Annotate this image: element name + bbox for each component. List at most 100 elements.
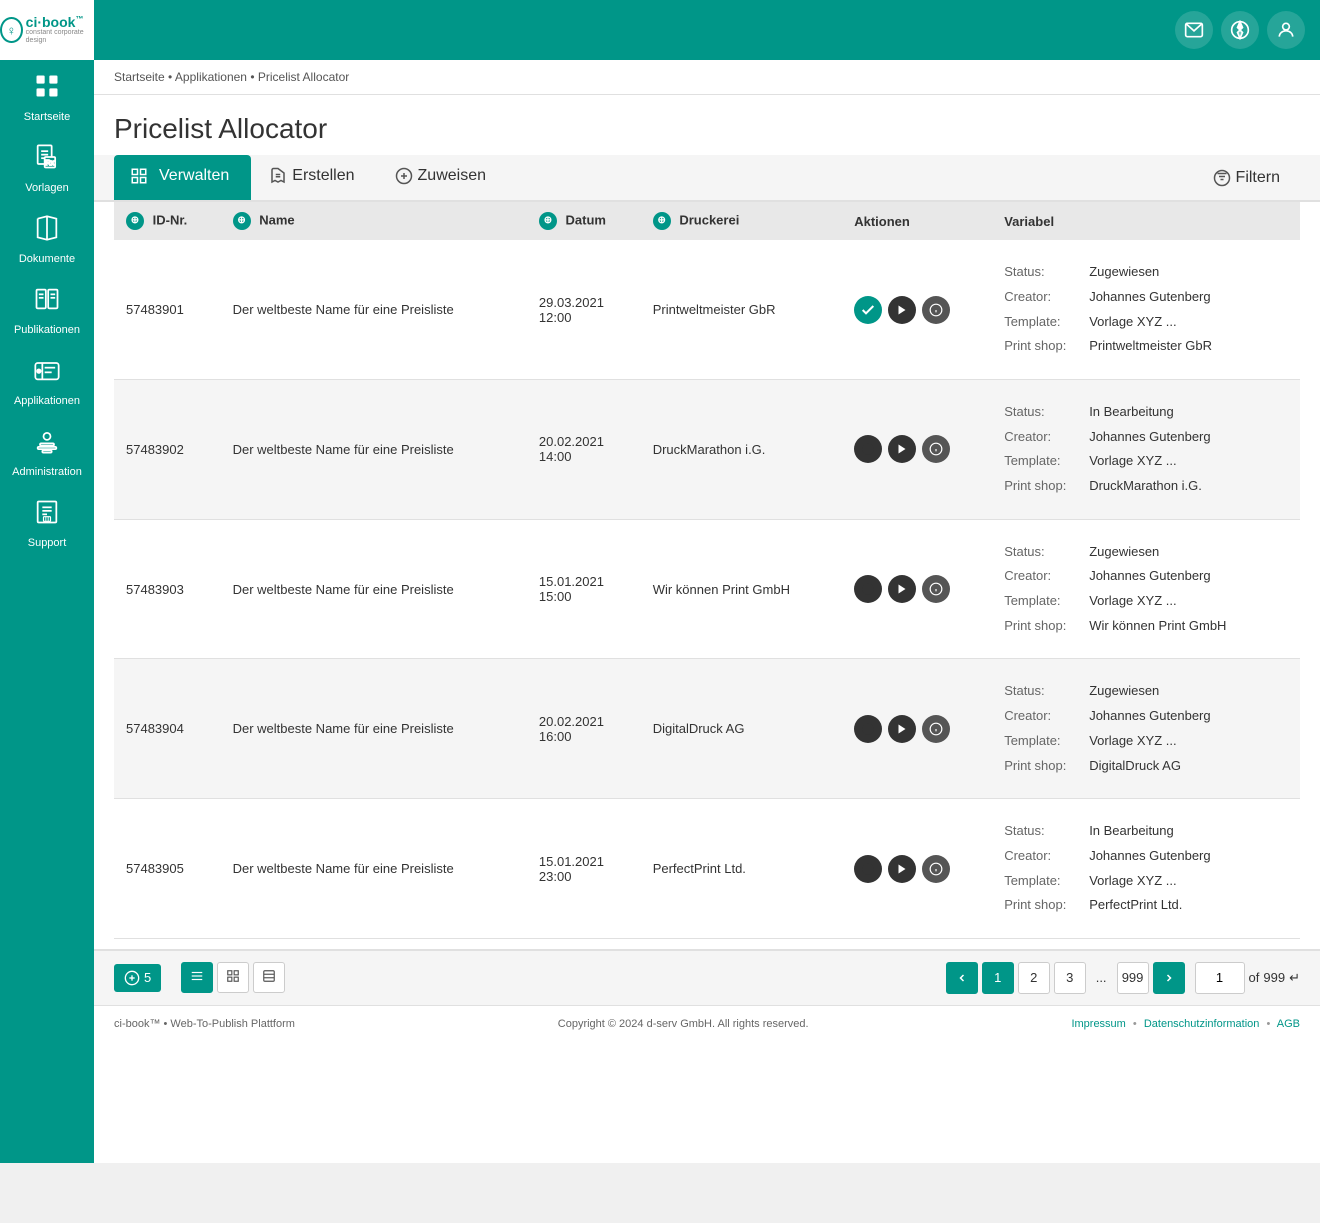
sidebar-item-applikationen[interactable]: Applikationen <box>0 344 94 415</box>
dokumente-icon <box>33 214 61 249</box>
action-info-icon[interactable] <box>922 296 950 324</box>
filter-label: Filtern <box>1236 169 1280 187</box>
enter-icon[interactable]: ↵ <box>1289 970 1300 986</box>
tab-verwalten-label: Verwalten <box>159 167 229 185</box>
action-status-icon[interactable] <box>854 435 882 463</box>
data-table: ⊕ ID-Nr. ⊕ Name ⊕ Datum ⊕ Druckerei <box>114 202 1300 939</box>
agb-link[interactable]: AGB <box>1277 1018 1300 1030</box>
next-page-button[interactable] <box>1153 962 1185 994</box>
cell-aktionen <box>842 379 992 519</box>
sort-id-icon[interactable]: ⊕ <box>126 212 144 230</box>
tab-erstellen-label: Erstellen <box>292 167 354 185</box>
col-datum: ⊕ Datum <box>527 202 641 240</box>
sort-druckerei-icon[interactable]: ⊕ <box>653 212 671 230</box>
zuweisen-icon <box>395 167 413 185</box>
vorlagen-icon: Rx <box>33 143 61 178</box>
breadcrumb-applikationen: Applikationen <box>175 70 247 84</box>
datenschutz-link[interactable]: Datenschutzinformation <box>1144 1018 1260 1030</box>
sidebar-item-support[interactable]: Support <box>0 486 94 557</box>
cell-variabel: Status:In Bearbeitung Creator:Johannes G… <box>992 799 1300 939</box>
sort-datum-icon[interactable]: ⊕ <box>539 212 557 230</box>
view-toggle <box>181 962 285 993</box>
cell-variabel: Status:Zugewiesen Creator:Johannes Guten… <box>992 659 1300 799</box>
col-aktionen: Aktionen <box>842 202 992 240</box>
action-status-icon[interactable] <box>854 715 882 743</box>
table-row: 57483901 Der weltbeste Name für eine Pre… <box>114 240 1300 379</box>
filter-button[interactable]: Filtern <box>1199 161 1300 195</box>
action-info-icon[interactable] <box>922 575 950 603</box>
action-status-icon[interactable] <box>854 855 882 883</box>
sidebar-item-startseite[interactable]: Startseite <box>0 60 94 131</box>
svg-text:Rx: Rx <box>46 160 55 167</box>
page-2-button[interactable]: 2 <box>1018 962 1050 994</box>
action-play-icon[interactable] <box>888 435 916 463</box>
table-row: 57483904 Der weltbeste Name für eine Pre… <box>114 659 1300 799</box>
verwalten-icon <box>130 167 153 185</box>
cell-id: 57483901 <box>114 240 221 379</box>
page-3-button[interactable]: 3 <box>1054 962 1086 994</box>
tab-erstellen[interactable]: Erstellen <box>253 155 376 200</box>
sidebar-item-administration[interactable]: Administration <box>0 415 94 486</box>
user-button[interactable] <box>1267 11 1305 49</box>
publikationen-icon <box>33 285 61 320</box>
sidebar-item-publikationen[interactable]: Publikationen <box>0 273 94 344</box>
action-status-icon[interactable] <box>854 296 882 324</box>
sidebar-label-support: Support <box>28 537 67 549</box>
sidebar-item-vorlagen[interactable]: Rx Vorlagen <box>0 131 94 202</box>
footer-center: Copyright © 2024 d-serv GmbH. All rights… <box>295 1018 1072 1030</box>
view-list-icon[interactable] <box>181 962 213 993</box>
table-row: 57483905 Der weltbeste Name für eine Pre… <box>114 799 1300 939</box>
pagination: 1 2 3 ... 999 <box>946 962 1185 994</box>
per-page-button[interactable]: 5 <box>114 964 161 992</box>
cell-variabel: Status:Zugewiesen Creator:Johannes Guten… <box>992 240 1300 379</box>
cell-id: 57483905 <box>114 799 221 939</box>
view-grid-icon[interactable] <box>217 962 249 993</box>
cell-aktionen <box>842 799 992 939</box>
toolbar: Verwalten Erstellen Zuweisen <box>94 155 1320 202</box>
view-compact-icon[interactable] <box>253 962 285 993</box>
cell-name: Der weltbeste Name für eine Preisliste <box>221 240 527 379</box>
col-name: ⊕ Name <box>221 202 527 240</box>
page-number-input[interactable] <box>1195 962 1245 994</box>
sidebar: ♀ ci·book™ constant corporate design Sta… <box>0 0 94 1163</box>
email-button[interactable] <box>1175 11 1213 49</box>
cell-datum: 29.03.202112:00 <box>527 240 641 379</box>
sidebar-label-dokumente: Dokumente <box>19 253 75 265</box>
table-row: 57483903 Der weltbeste Name für eine Pre… <box>114 519 1300 659</box>
tab-zuweisen[interactable]: Zuweisen <box>379 155 508 200</box>
page-input-area: of 999 ↵ <box>1195 962 1300 994</box>
cell-id: 57483903 <box>114 519 221 659</box>
sidebar-item-dokumente[interactable]: Dokumente <box>0 202 94 273</box>
cell-druckerei: DruckMarathon i.G. <box>641 379 843 519</box>
action-play-icon[interactable] <box>888 855 916 883</box>
cell-datum: 15.01.202123:00 <box>527 799 641 939</box>
cell-druckerei: Wir können Print GmbH <box>641 519 843 659</box>
cell-variabel: Status:Zugewiesen Creator:Johannes Guten… <box>992 519 1300 659</box>
action-play-icon[interactable] <box>888 715 916 743</box>
footer-links: Impressum • Datenschutzinformation • AGB <box>1071 1018 1300 1030</box>
compass-button[interactable] <box>1221 11 1259 49</box>
page-999-button[interactable]: 999 <box>1117 962 1149 994</box>
action-info-icon[interactable] <box>922 855 950 883</box>
action-status-icon[interactable] <box>854 575 882 603</box>
impressum-link[interactable]: Impressum <box>1071 1018 1125 1030</box>
sort-name-icon[interactable]: ⊕ <box>233 212 251 230</box>
breadcrumb-startseite: Startseite <box>114 70 165 84</box>
cell-aktionen <box>842 659 992 799</box>
page-title: Pricelist Allocator <box>94 95 1320 155</box>
action-play-icon[interactable] <box>888 296 916 324</box>
prev-page-button[interactable] <box>946 962 978 994</box>
sidebar-label-vorlagen: Vorlagen <box>25 182 68 194</box>
home-icon <box>33 72 61 107</box>
cell-name: Der weltbeste Name für eine Preisliste <box>221 519 527 659</box>
page-1-button[interactable]: 1 <box>982 962 1014 994</box>
tab-verwalten[interactable]: Verwalten <box>114 155 251 200</box>
action-info-icon[interactable] <box>922 715 950 743</box>
page-ellipsis: ... <box>1090 970 1113 985</box>
support-icon <box>33 498 61 533</box>
action-info-icon[interactable] <box>922 435 950 463</box>
cell-aktionen <box>842 519 992 659</box>
col-id: ⊕ ID-Nr. <box>114 202 221 240</box>
cell-name: Der weltbeste Name für eine Preisliste <box>221 799 527 939</box>
action-play-icon[interactable] <box>888 575 916 603</box>
